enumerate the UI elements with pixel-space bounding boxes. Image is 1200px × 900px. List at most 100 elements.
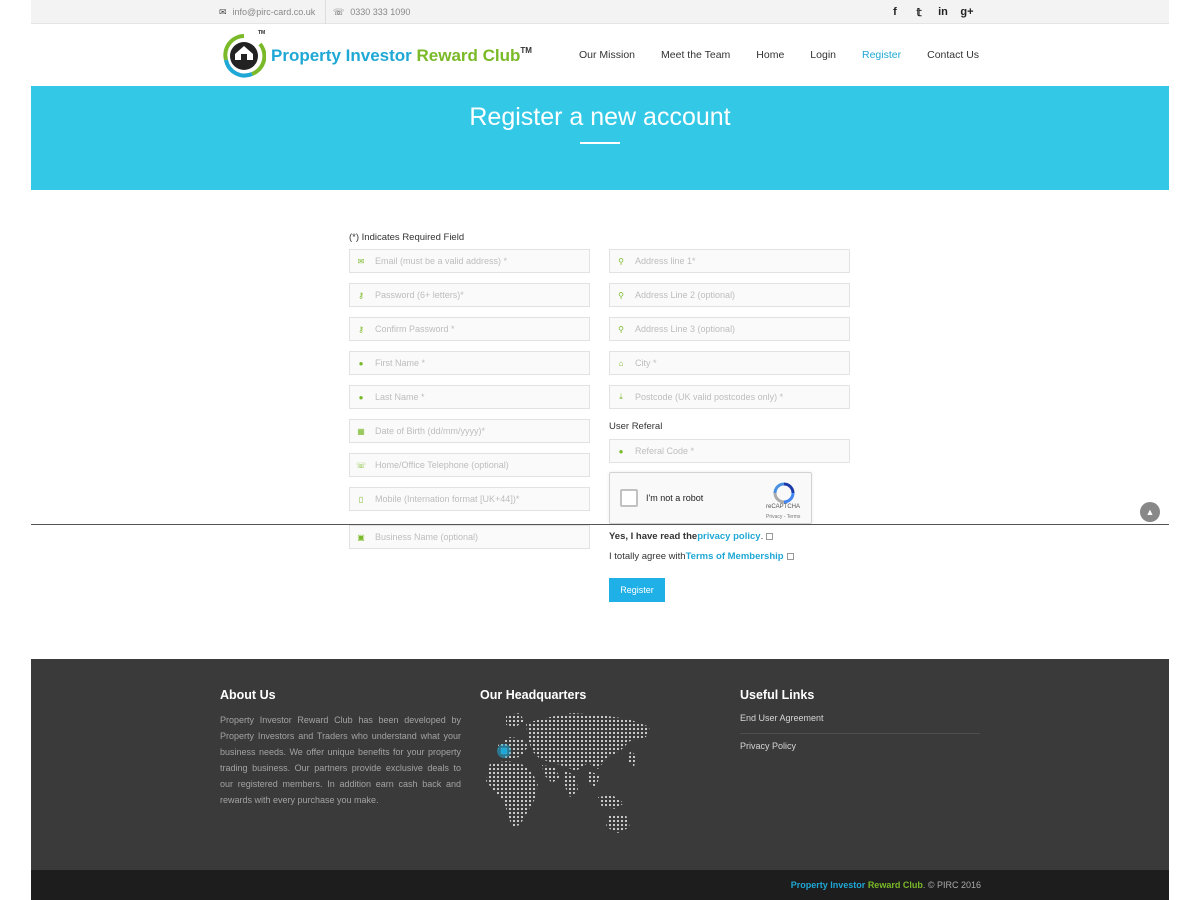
- map-marker-icon: ⚲: [618, 256, 624, 266]
- telephone-field[interactable]: ☏: [349, 453, 590, 477]
- last-name-input[interactable]: [375, 392, 580, 402]
- money-icon: ▣: [357, 532, 365, 542]
- site-header: TM Property Investor Reward ClubTM Our M…: [31, 24, 1169, 86]
- date-of-birth-input[interactable]: [375, 426, 580, 436]
- copyright-year: . © PIRC 2016: [922, 880, 981, 890]
- scroll-to-top-button[interactable]: ▲: [1140, 502, 1160, 522]
- postcode-input[interactable]: [635, 392, 840, 402]
- register-button[interactable]: Register: [609, 578, 665, 602]
- nav-contact-us[interactable]: Contact Us: [927, 49, 979, 61]
- privacy-checkbox[interactable]: [766, 533, 774, 540]
- privacy-policy-link[interactable]: privacy policy: [697, 531, 760, 542]
- email-field[interactable]: ✉: [349, 249, 590, 273]
- user-icon: ●: [358, 392, 364, 402]
- nav-our-mission[interactable]: Our Mission: [579, 49, 635, 61]
- logo-house-icon: TM: [222, 30, 267, 78]
- terms-checkbox[interactable]: [786, 553, 794, 560]
- password-field[interactable]: ⚷: [349, 283, 590, 307]
- brand-name: Property Investor Reward ClubTM: [271, 46, 532, 66]
- privacy-policy-footer-link[interactable]: Privacy Policy: [740, 741, 796, 751]
- google-plus-icon[interactable]: g+: [955, 6, 979, 18]
- about-us-text: Property Investor Reward Club has been d…: [220, 715, 461, 805]
- recaptcha-logo-icon: [772, 481, 796, 505]
- confirm-password-input[interactable]: [375, 324, 580, 334]
- envelope-icon: ✉: [219, 6, 227, 17]
- city-input[interactable]: [635, 358, 840, 368]
- referral-code-input[interactable]: [635, 446, 840, 456]
- first-name-field[interactable]: ●: [349, 351, 590, 375]
- privacy-consent: Yes, I have read the privacy policy .: [609, 531, 774, 542]
- home-icon: ⌂: [618, 358, 624, 368]
- terms-consent-text: I totally agree with: [609, 551, 686, 562]
- user-icon: ●: [618, 446, 624, 456]
- terms-consent: I totally agree with Terms of Membership: [609, 551, 794, 562]
- page-title: Register a new account: [469, 103, 731, 131]
- brand-name-part1: Property Investor: [271, 46, 417, 65]
- overlay-divider: [31, 524, 1169, 525]
- page-banner: Register a new account: [31, 86, 1169, 190]
- brand-tm: TM: [520, 46, 532, 55]
- linkedin-icon[interactable]: in: [931, 6, 955, 18]
- address-line-2-input[interactable]: [635, 290, 840, 300]
- download-icon: ⤓: [619, 392, 623, 401]
- end-user-agreement-link[interactable]: End User Agreement: [740, 713, 824, 723]
- address-line-1-field[interactable]: ⚲: [609, 249, 850, 273]
- mobile-field[interactable]: ▯: [349, 487, 590, 511]
- business-name-field[interactable]: ▣: [349, 525, 590, 549]
- brand-name-part2: Reward Club: [416, 46, 521, 65]
- phone-icon: ☏: [356, 460, 367, 470]
- useful-links-heading: Useful Links: [740, 688, 815, 702]
- address-line-3-input[interactable]: [635, 324, 840, 334]
- address-line-3-field[interactable]: ⚲: [609, 317, 850, 341]
- social-links: f 𝕥 in g+: [883, 0, 979, 24]
- first-name-input[interactable]: [375, 358, 580, 368]
- map-marker-icon: ⚲: [618, 324, 624, 334]
- contact-phone: ☏ 0330 333 1090: [333, 0, 410, 24]
- facebook-icon[interactable]: f: [883, 6, 907, 18]
- telephone-input[interactable]: [375, 460, 580, 470]
- key-icon: ⚷: [358, 324, 364, 334]
- recaptcha-brand: reCAPTCHA: [766, 504, 801, 510]
- user-icon: ●: [358, 358, 364, 368]
- date-of-birth-field[interactable]: ▦: [349, 419, 590, 443]
- logo[interactable]: TM Property Investor Reward ClubTM: [222, 30, 532, 78]
- email-input[interactable]: [375, 256, 580, 266]
- headquarters-heading: Our Headquarters: [480, 688, 587, 702]
- referral-code-field[interactable]: ●: [609, 439, 850, 463]
- copyright-text: Property Investor Reward Club. © PIRC 20…: [791, 880, 981, 890]
- twitter-icon[interactable]: 𝕥: [907, 6, 931, 19]
- postcode-field[interactable]: ⤓: [609, 385, 850, 409]
- key-icon: ⚷: [358, 290, 364, 300]
- nav-login[interactable]: Login: [810, 49, 836, 61]
- recaptcha-checkbox[interactable]: [620, 489, 638, 507]
- site-footer: About Us Property Investor Reward Club h…: [31, 659, 1169, 870]
- nav-home[interactable]: Home: [756, 49, 784, 61]
- recaptcha-terms-link[interactable]: Privacy - Terms: [766, 514, 800, 520]
- about-us-heading: About Us: [220, 688, 276, 702]
- confirm-password-field[interactable]: ⚷: [349, 317, 590, 341]
- nav-meet-the-team[interactable]: Meet the Team: [661, 49, 730, 61]
- mobile-input[interactable]: [375, 494, 580, 504]
- privacy-consent-period: .: [760, 531, 764, 542]
- main-nav: Our Mission Meet the Team Home Login Reg…: [579, 24, 1005, 86]
- recaptcha-widget: I'm not a robot reCAPTCHA Privacy - Term…: [609, 472, 812, 524]
- address-line-1-input[interactable]: [635, 256, 840, 266]
- nav-register[interactable]: Register: [862, 49, 901, 61]
- envelope-icon: ✉: [357, 256, 365, 266]
- contact-email[interactable]: ✉ info@pirc-card.co.uk: [219, 0, 327, 24]
- password-input[interactable]: [375, 290, 580, 300]
- terms-of-membership-link[interactable]: Terms of Membership: [686, 551, 784, 562]
- recaptcha-label: I'm not a robot: [646, 493, 704, 503]
- world-map-image: [486, 713, 650, 833]
- privacy-consent-text: Yes, I have read the: [609, 531, 698, 542]
- logo-tm: TM: [258, 30, 266, 36]
- contact-phone-text: 0330 333 1090: [350, 7, 411, 17]
- last-name-field[interactable]: ●: [349, 385, 590, 409]
- chevron-up-icon: ▲: [1145, 507, 1155, 517]
- copyright-brand-part2: Reward Club: [867, 880, 923, 890]
- copyright-brand-part1: Property Investor: [790, 880, 868, 890]
- address-line-2-field[interactable]: ⚲: [609, 283, 850, 307]
- top-bar: ✉ info@pirc-card.co.uk ☏ 0330 333 1090 f…: [31, 0, 1169, 24]
- city-field[interactable]: ⌂: [609, 351, 850, 375]
- business-name-input[interactable]: [375, 532, 580, 542]
